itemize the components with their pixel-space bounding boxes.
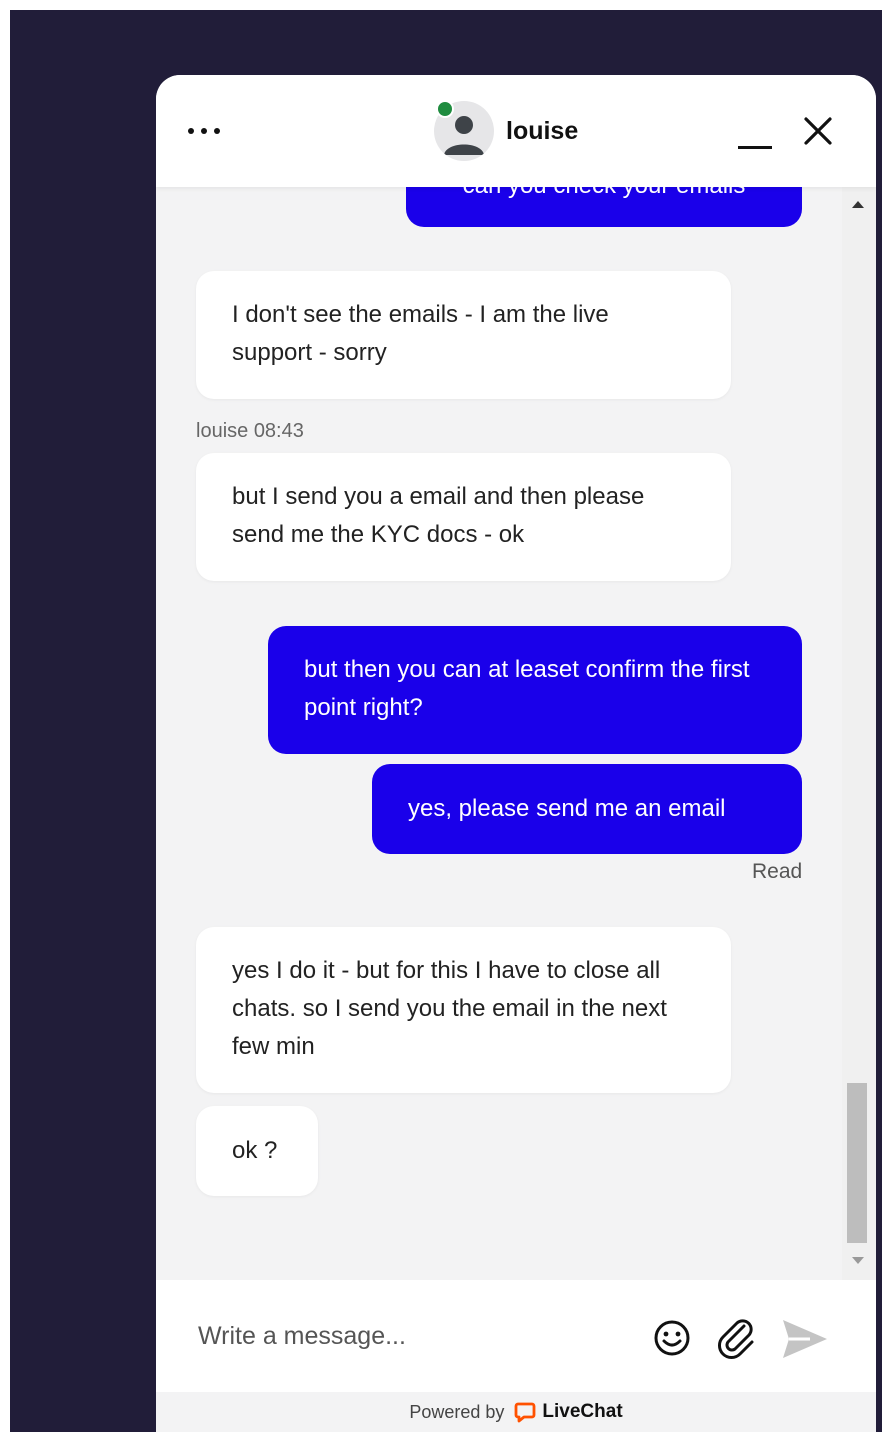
powered-by-label: Powered by bbox=[409, 1401, 505, 1422]
minimize-icon bbox=[738, 146, 772, 149]
paperclip-icon bbox=[718, 1319, 754, 1359]
message-bubble-visitor: yes, please send me an email bbox=[372, 764, 802, 854]
message-bubble-visitor: but then you can at leaset confirm the f… bbox=[268, 626, 802, 754]
message-scrollbar[interactable] bbox=[842, 187, 876, 1280]
message-bubble-agent: yes I do it - but for this I have to clo… bbox=[196, 927, 731, 1093]
more-dots-icon bbox=[214, 128, 220, 134]
more-options-button[interactable] bbox=[188, 111, 236, 151]
message-input[interactable] bbox=[196, 1310, 630, 1362]
online-status-dot bbox=[436, 100, 454, 118]
message-bubble-agent: I don't see the emails - I am the live s… bbox=[196, 271, 731, 399]
chat-header: louise bbox=[156, 75, 876, 187]
more-dots-icon bbox=[201, 128, 207, 134]
close-icon bbox=[804, 117, 832, 145]
message-meta: louise 08:43 bbox=[196, 420, 304, 442]
scroll-up-arrow-icon[interactable] bbox=[852, 201, 864, 208]
emoji-button[interactable] bbox=[652, 1318, 692, 1358]
message-bubble-agent: ok ? bbox=[196, 1106, 318, 1196]
minimize-button[interactable] bbox=[734, 115, 774, 155]
message-list[interactable]: can you check your emails I don't see th… bbox=[156, 187, 842, 1280]
send-button[interactable] bbox=[780, 1316, 830, 1362]
livechat-brand-label: LiveChat bbox=[542, 1401, 623, 1422]
agent-name: louise bbox=[506, 116, 579, 145]
read-receipt: Read bbox=[752, 860, 803, 883]
chat-widget: louise can you check your emails I don't… bbox=[156, 75, 876, 1432]
agent-info: louise bbox=[434, 99, 578, 163]
emoji-icon bbox=[654, 1320, 690, 1356]
close-button[interactable] bbox=[798, 113, 838, 153]
attach-file-button[interactable] bbox=[714, 1316, 758, 1360]
more-dots-icon bbox=[188, 128, 194, 134]
scroll-down-arrow-icon[interactable] bbox=[852, 1257, 864, 1264]
message-composer bbox=[156, 1280, 876, 1392]
livechat-logo-icon bbox=[515, 1402, 536, 1423]
send-icon bbox=[783, 1320, 827, 1358]
message-bubble-agent: but I send you a email and then please s… bbox=[196, 453, 731, 581]
scrollbar-thumb[interactable] bbox=[847, 1083, 867, 1243]
livechat-brand[interactable]: LiveChat bbox=[514, 1401, 623, 1423]
powered-by-footer[interactable]: Powered by LiveChat bbox=[156, 1392, 876, 1432]
message-bubble-visitor: can you check your emails bbox=[406, 187, 802, 227]
